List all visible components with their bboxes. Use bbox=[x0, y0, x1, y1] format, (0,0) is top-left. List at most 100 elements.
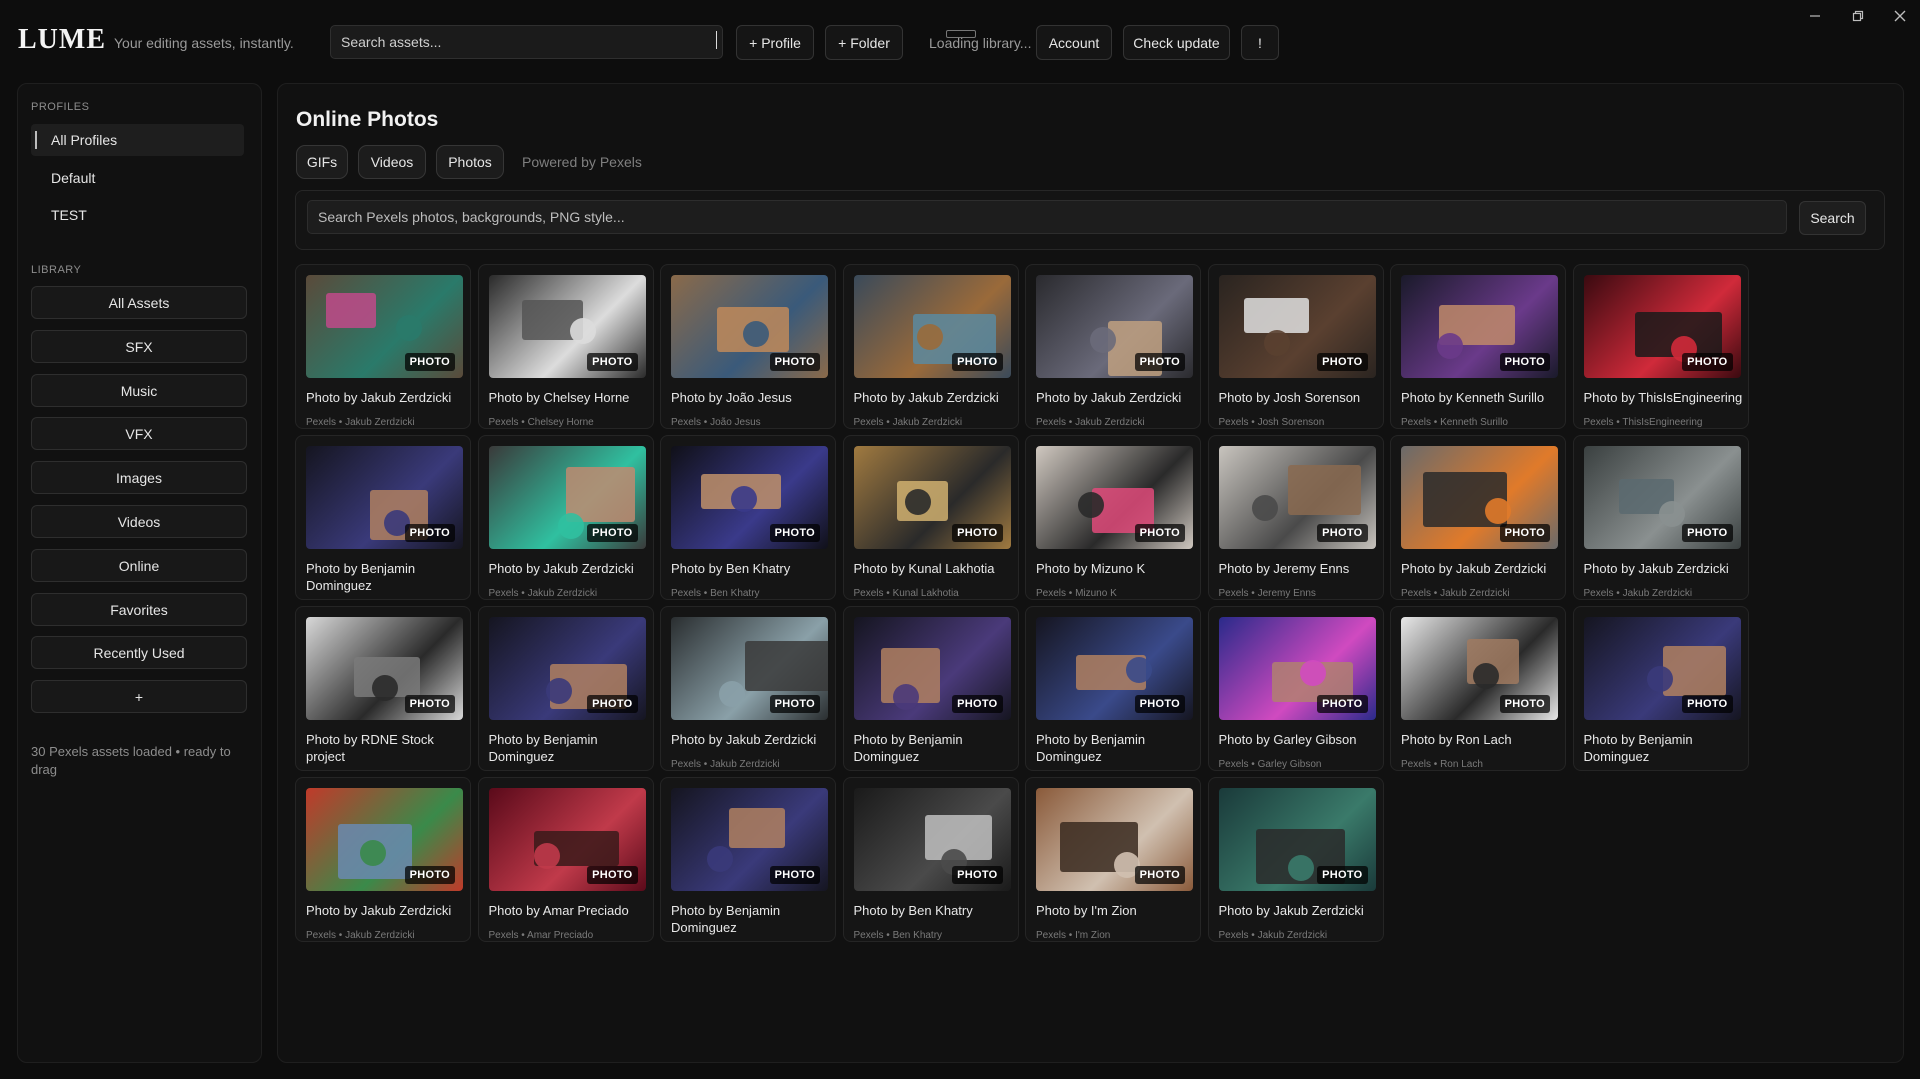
photo-thumbnail[interactable]: PHOTO bbox=[1583, 446, 1741, 549]
photo-credit: Pexels • ThisIsEngineering bbox=[1583, 417, 1703, 428]
photo-card[interactable]: PHOTO Photo by Jakub Zerdzicki Pexels • Ja… bbox=[1025, 264, 1201, 429]
add-profile-button[interactable]: + Profile bbox=[736, 25, 814, 60]
photo-badge: PHOTO bbox=[1682, 695, 1733, 713]
photo-title: Photo by Kunal Lakhotia bbox=[853, 561, 995, 576]
account-button[interactable]: Account bbox=[1036, 25, 1112, 60]
photo-thumbnail[interactable]: PHOTO bbox=[1218, 275, 1376, 378]
profile-item-test[interactable]: TEST bbox=[31, 199, 244, 231]
photo-grid: PHOTO Photo by Jakub Zerdzicki Pexels • Ja… bbox=[295, 264, 1895, 1030]
photo-card[interactable]: PHOTO Photo by Ron Lach Pexels • Ron Lach bbox=[1390, 606, 1566, 771]
photo-thumbnail[interactable]: PHOTO bbox=[306, 446, 463, 549]
photo-card[interactable]: PHOTO Photo by Jakub Zerdzicki Pexels • Ja… bbox=[842, 264, 1019, 429]
profile-item-default[interactable]: Default bbox=[31, 162, 244, 194]
photo-card[interactable]: PHOTO Photo by Ben Khatry Pexels • Ben Kha… bbox=[660, 435, 836, 600]
photo-card[interactable]: PHOTO Photo by RDNE Stock project bbox=[295, 606, 471, 771]
photo-thumbnail[interactable]: PHOTO bbox=[1218, 788, 1376, 891]
photo-card[interactable]: PHOTO Photo by I'm Zion Pexels • I'm Zion bbox=[1025, 777, 1201, 942]
photo-thumbnail[interactable]: PHOTO bbox=[671, 446, 828, 549]
photo-thumbnail[interactable]: PHOTO bbox=[1401, 617, 1558, 720]
asset-search-input[interactable] bbox=[330, 25, 723, 59]
photo-thumbnail[interactable]: PHOTO bbox=[306, 275, 463, 378]
photo-thumbnail[interactable]: PHOTO bbox=[1583, 617, 1741, 720]
photo-thumbnail[interactable]: PHOTO bbox=[853, 446, 1011, 549]
photo-thumbnail[interactable]: PHOTO bbox=[671, 275, 828, 378]
photo-thumbnail[interactable]: PHOTO bbox=[488, 446, 646, 549]
check-update-button[interactable]: Check update bbox=[1123, 25, 1230, 60]
library-sfx-button[interactable]: SFX bbox=[31, 330, 247, 363]
library-vfx-button[interactable]: VFX bbox=[31, 417, 247, 450]
photo-card[interactable]: PHOTO Photo by Benjamin Dominguez bbox=[842, 606, 1019, 771]
photo-thumbnail[interactable]: PHOTO bbox=[853, 275, 1011, 378]
tab-photos[interactable]: Photos bbox=[436, 145, 504, 179]
photo-thumbnail[interactable]: PHOTO bbox=[1036, 446, 1193, 549]
photo-card[interactable]: PHOTO Photo by Kenneth Surillo Pexels • Ke… bbox=[1390, 264, 1566, 429]
photo-thumbnail[interactable]: PHOTO bbox=[1401, 446, 1558, 549]
library-favorites-button[interactable]: Favorites bbox=[31, 593, 247, 626]
photo-card[interactable]: PHOTO Photo by João Jesus Pexels • João Je… bbox=[660, 264, 836, 429]
photo-badge: PHOTO bbox=[1134, 866, 1185, 884]
photo-thumbnail[interactable]: PHOTO bbox=[1583, 275, 1741, 378]
photo-card[interactable]: PHOTO Photo by Benjamin Dominguez bbox=[1025, 606, 1201, 771]
photo-thumbnail[interactable]: PHOTO bbox=[306, 788, 463, 891]
close-icon[interactable] bbox=[1886, 4, 1914, 28]
photo-card[interactable]: PHOTO Photo by Jakub Zerdzicki Pexels • Ja… bbox=[1572, 435, 1749, 600]
photo-card[interactable]: PHOTO Photo by Jakub Zerdzicki Pexels • Ja… bbox=[1207, 777, 1384, 942]
photo-card[interactable]: PHOTO Photo by Benjamin Dominguez bbox=[295, 435, 471, 600]
photo-thumbnail[interactable]: PHOTO bbox=[853, 617, 1011, 720]
library-images-button[interactable]: Images bbox=[31, 461, 247, 494]
photo-title: Photo by I'm Zion bbox=[1036, 903, 1137, 918]
photo-credit: Pexels • Kunal Lakhotia bbox=[853, 588, 959, 599]
pexels-search-button[interactable]: Search bbox=[1799, 201, 1866, 235]
library-videos-button[interactable]: Videos bbox=[31, 505, 247, 538]
photo-badge: PHOTO bbox=[1682, 524, 1733, 542]
photo-thumbnail[interactable]: PHOTO bbox=[853, 788, 1011, 891]
alert-button[interactable]: ! bbox=[1241, 25, 1279, 60]
photo-thumbnail[interactable]: PHOTO bbox=[1036, 617, 1193, 720]
photo-card[interactable]: PHOTO Photo by Jeremy Enns Pexels • Jeremy… bbox=[1207, 435, 1384, 600]
tab-gifs[interactable]: GIFs bbox=[296, 145, 348, 179]
photo-thumbnail[interactable]: PHOTO bbox=[306, 617, 463, 720]
photo-card[interactable]: PHOTO Photo by Benjamin Dominguez bbox=[1572, 606, 1749, 771]
photo-thumbnail[interactable]: PHOTO bbox=[1218, 617, 1376, 720]
photo-credit: Pexels • João Jesus bbox=[671, 417, 761, 428]
photo-card[interactable]: PHOTO Photo by Ben Khatry Pexels • Ben Kha… bbox=[842, 777, 1019, 942]
photo-card[interactable]: PHOTO Photo by Kunal Lakhotia Pexels • Kun… bbox=[842, 435, 1019, 600]
photo-thumbnail[interactable]: PHOTO bbox=[671, 617, 828, 720]
loading-text: Loading library... bbox=[929, 35, 1032, 51]
photo-card[interactable]: PHOTO Photo by Garley Gibson Pexels • Garl… bbox=[1207, 606, 1384, 771]
photo-thumbnail[interactable]: PHOTO bbox=[671, 788, 828, 891]
photo-card[interactable]: PHOTO Photo by ThisIsEngineering Pexels • … bbox=[1572, 264, 1749, 429]
photo-card[interactable]: PHOTO Photo by Jakub Zerdzicki Pexels • Ja… bbox=[477, 435, 654, 600]
photo-card[interactable]: PHOTO Photo by Jakub Zerdzicki Pexels • Ja… bbox=[295, 264, 471, 429]
photo-badge: PHOTO bbox=[769, 695, 820, 713]
add-folder-button[interactable]: + Folder bbox=[825, 25, 903, 60]
library-all-assets-button[interactable]: All Assets bbox=[31, 286, 247, 319]
photo-card[interactable]: PHOTO Photo by Benjamin Dominguez bbox=[660, 777, 836, 942]
library-music-button[interactable]: Music bbox=[31, 374, 247, 407]
photo-card[interactable]: PHOTO Photo by Benjamin Dominguez bbox=[477, 606, 654, 771]
photo-card[interactable]: PHOTO Photo by Josh Sorenson Pexels • Josh… bbox=[1207, 264, 1384, 429]
photo-thumbnail[interactable]: PHOTO bbox=[1401, 275, 1558, 378]
add-library-button[interactable]: + bbox=[31, 680, 247, 713]
photo-thumbnail[interactable]: PHOTO bbox=[1036, 275, 1193, 378]
photo-card[interactable]: PHOTO Photo by Amar Preciado Pexels • Amar… bbox=[477, 777, 654, 942]
photo-thumbnail[interactable]: PHOTO bbox=[1036, 788, 1193, 891]
photo-thumbnail[interactable]: PHOTO bbox=[1218, 446, 1376, 549]
photo-credit: Pexels • Ben Khatry bbox=[853, 930, 943, 941]
minimize-icon[interactable] bbox=[1801, 4, 1829, 28]
profile-item-all-profiles[interactable]: All Profiles bbox=[31, 124, 244, 156]
pexels-search-input[interactable] bbox=[307, 200, 1787, 234]
restore-icon[interactable] bbox=[1844, 4, 1872, 28]
photo-card[interactable]: PHOTO Photo by Mizuno K Pexels • Mizuno K bbox=[1025, 435, 1201, 600]
photo-card[interactable]: PHOTO Photo by Jakub Zerdzicki Pexels • Ja… bbox=[660, 606, 836, 771]
photo-card[interactable]: PHOTO Photo by Jakub Zerdzicki Pexels • Ja… bbox=[1390, 435, 1566, 600]
photo-card[interactable]: PHOTO Photo by Chelsey Horne Pexels • Chel… bbox=[477, 264, 654, 429]
photo-card[interactable]: PHOTO Photo by Jakub Zerdzicki Pexels • Ja… bbox=[295, 777, 471, 942]
photo-thumbnail[interactable]: PHOTO bbox=[488, 788, 646, 891]
library-online-button[interactable]: Online bbox=[31, 549, 247, 582]
photo-thumbnail[interactable]: PHOTO bbox=[488, 275, 646, 378]
library-recently-used-button[interactable]: Recently Used bbox=[31, 636, 247, 669]
photo-thumbnail[interactable]: PHOTO bbox=[488, 617, 646, 720]
tab-videos[interactable]: Videos bbox=[358, 145, 426, 179]
photo-title: Photo by Benjamin Dominguez bbox=[306, 561, 416, 593]
